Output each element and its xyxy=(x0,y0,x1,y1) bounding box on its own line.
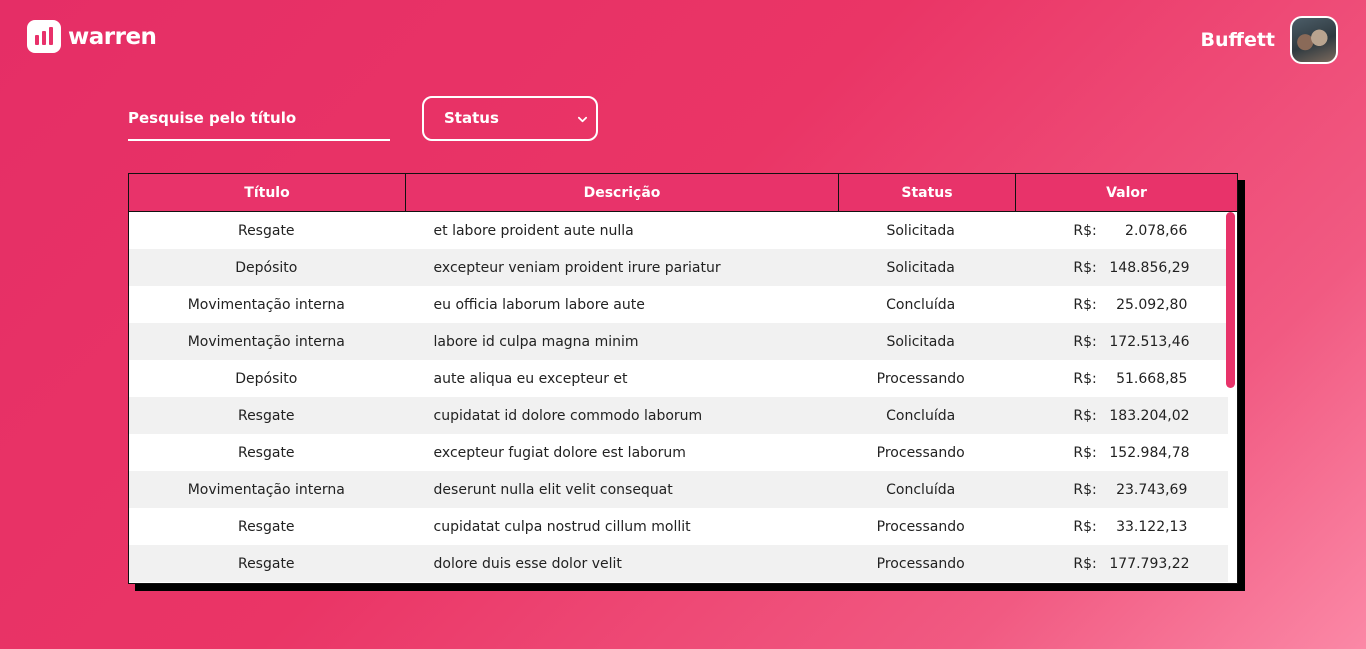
cell-titulo: Resgate xyxy=(237,407,295,424)
cell-valor: R$: 177.793,22 xyxy=(1008,545,1228,582)
cell-status: Solicitada xyxy=(886,222,955,239)
cell-descricao: dolore duis esse dolor velit xyxy=(433,555,622,572)
amount: 148.856,29 xyxy=(1109,259,1190,276)
cell-descricao: cupidatat culpa nostrud cillum mollit xyxy=(433,518,691,535)
table-row[interactable]: Resgate excepteur fugiat dolore est labo… xyxy=(129,434,1228,471)
search-placeholder: Pesquise pelo título xyxy=(128,109,297,127)
table-row[interactable]: Movimentação interna eu officia laborum … xyxy=(129,286,1228,323)
cell-status: Processando xyxy=(876,370,965,387)
cell-descricao: excepteur veniam proident irure pariatur xyxy=(433,259,721,276)
cell-status: Concluída xyxy=(886,481,956,498)
currency-label: R$: xyxy=(1073,296,1097,313)
cell-valor: R$: 25.092,80 xyxy=(1008,286,1228,323)
cell-valor: R$: 183.204,02 xyxy=(1008,397,1228,434)
amount: 25.092,80 xyxy=(1116,296,1188,313)
user-menu[interactable]: Buffett xyxy=(1201,16,1338,64)
avatar[interactable] xyxy=(1290,16,1338,64)
cell-descricao: excepteur fugiat dolore est laborum xyxy=(433,444,686,461)
brand-logo[interactable]: warren xyxy=(27,20,157,53)
cell-valor: R$: 51.668,85 xyxy=(1008,360,1228,397)
search-input[interactable]: Pesquise pelo título xyxy=(128,98,390,141)
currency-label: R$: xyxy=(1073,259,1097,276)
currency-label: R$: xyxy=(1073,518,1097,535)
cell-status: Concluída xyxy=(886,296,956,313)
currency-label: R$: xyxy=(1073,333,1097,350)
cell-titulo: Movimentação interna xyxy=(187,296,345,313)
table-row[interactable]: Resgate cupidatat id dolore commodo labo… xyxy=(129,397,1228,434)
amount: 51.668,85 xyxy=(1116,370,1188,387)
table-row[interactable]: Depósito aute aliqua eu excepteur et Pro… xyxy=(129,360,1228,397)
header-titulo[interactable]: Título xyxy=(129,174,406,211)
cell-status: Processando xyxy=(876,444,965,461)
amount: 183.204,02 xyxy=(1109,407,1190,424)
amount: 152.984,78 xyxy=(1109,444,1190,461)
table-row[interactable]: Resgate dolore duis esse dolor velit Pro… xyxy=(129,545,1228,582)
cell-descricao: cupidatat id dolore commodo laborum xyxy=(433,407,703,424)
cell-descricao: et labore proident aute nulla xyxy=(433,222,634,239)
currency-label: R$: xyxy=(1073,444,1097,461)
table-row[interactable]: Resgate cupidatat culpa nostrud cillum m… xyxy=(129,508,1228,545)
cell-valor: R$: 33.122,13 xyxy=(1008,508,1228,545)
table-scrollbar[interactable] xyxy=(1226,212,1235,388)
cell-titulo: Movimentação interna xyxy=(187,481,345,498)
amount: 33.122,13 xyxy=(1116,518,1188,535)
currency-label: R$: xyxy=(1073,370,1097,387)
amount: 23.743,69 xyxy=(1116,481,1188,498)
amount: 177.793,22 xyxy=(1109,555,1190,572)
cell-titulo: Depósito xyxy=(235,370,298,387)
currency-label: R$: xyxy=(1073,555,1097,572)
status-select[interactable]: Status xyxy=(422,96,598,141)
currency-label: R$: xyxy=(1073,222,1097,239)
amount: 172.513,46 xyxy=(1109,333,1190,350)
user-name: Buffett xyxy=(1200,29,1275,51)
table-row[interactable]: Resgate et labore proident aute nulla So… xyxy=(129,212,1228,249)
header-status[interactable]: Status xyxy=(839,174,1016,211)
status-select-label: Status xyxy=(444,109,499,127)
cell-titulo: Resgate xyxy=(237,222,295,239)
cell-status: Solicitada xyxy=(886,333,955,350)
table-row[interactable]: Depósito excepteur veniam proident irure… xyxy=(129,249,1228,286)
transactions-table: Título Descrição Status Valor Resgate et… xyxy=(128,173,1238,584)
cell-status: Solicitada xyxy=(886,259,955,276)
amount: 2.078,66 xyxy=(1125,222,1188,239)
cell-valor: R$: 148.856,29 xyxy=(1008,249,1228,286)
cell-descricao: eu officia laborum labore aute xyxy=(433,296,645,313)
bar-chart-icon xyxy=(27,20,61,53)
cell-status: Processando xyxy=(876,555,965,572)
currency-label: R$: xyxy=(1073,481,1097,498)
table-row[interactable]: Movimentação interna labore id culpa mag… xyxy=(129,323,1228,360)
chevron-down-icon xyxy=(578,116,587,123)
cell-titulo: Movimentação interna xyxy=(187,333,345,350)
cell-valor: R$: 23.743,69 xyxy=(1008,471,1228,508)
table-header: Título Descrição Status Valor xyxy=(129,174,1237,212)
cell-titulo: Resgate xyxy=(237,555,295,572)
cell-valor: R$: 2.078,66 xyxy=(1008,212,1228,249)
cell-status: Concluída xyxy=(886,407,956,424)
header-valor[interactable]: Valor xyxy=(1016,174,1237,211)
cell-titulo: Resgate xyxy=(237,444,295,461)
header-descricao[interactable]: Descrição xyxy=(406,174,839,211)
cell-valor: R$: 152.984,78 xyxy=(1008,434,1228,471)
cell-titulo: Resgate xyxy=(237,518,295,535)
table-row[interactable]: Movimentação interna deserunt nulla elit… xyxy=(129,471,1228,508)
cell-valor: R$: 172.513,46 xyxy=(1008,323,1228,360)
cell-descricao: labore id culpa magna minim xyxy=(433,333,639,350)
cell-titulo: Depósito xyxy=(235,259,298,276)
cell-descricao: aute aliqua eu excepteur et xyxy=(433,370,628,387)
brand-name: warren xyxy=(68,23,157,50)
cell-descricao: deserunt nulla elit velit consequat xyxy=(433,481,673,498)
currency-label: R$: xyxy=(1073,407,1097,424)
table-body: Resgate et labore proident aute nulla So… xyxy=(129,212,1237,583)
cell-status: Processando xyxy=(876,518,965,535)
